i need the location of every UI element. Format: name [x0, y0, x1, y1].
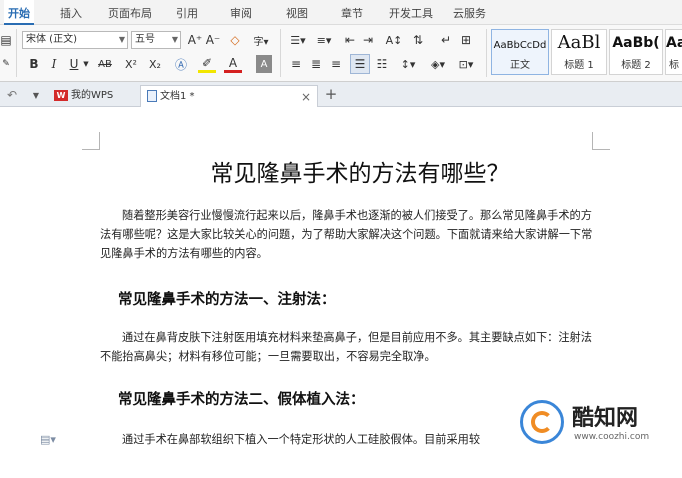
section-1-paragraph-text: 通过在鼻背皮肤下注射医用填充材料来垫高鼻子，但是目前应用不多。其主要缺点如下：注…: [100, 331, 592, 363]
page-corner-top-right: [592, 132, 610, 150]
style-heading-1-label: 标题 1: [564, 60, 594, 71]
document-page[interactable]: 常见隆鼻手术的方法有哪些？ 随着整形美容行业慢慢流行起来以后，隆鼻手术也逐渐的被…: [0, 108, 682, 478]
text-size-adjust-icon[interactable]: A↕: [382, 31, 406, 49]
shrink-font-button[interactable]: A⁻: [204, 31, 222, 49]
document-title: 常见隆鼻手术的方法有哪些？: [210, 161, 510, 187]
style-normal[interactable]: AaBbCcDd 正文: [491, 29, 549, 75]
section-2-paragraph: 通过手术在鼻部软组织下植入一个特定形状的人工硅胶假体。目前采用较: [100, 430, 520, 449]
strikethrough-button[interactable]: AB: [94, 55, 116, 73]
document-icon: [147, 90, 157, 102]
bold-button[interactable]: B: [26, 55, 42, 73]
font-color-button[interactable]: A: [224, 55, 242, 73]
watermark-logo: 酷知网 www.coozhi.com: [520, 398, 675, 458]
section-1-paragraph: 通过在鼻背皮肤下注射医用填充材料来垫高鼻子，但是目前应用不多。其主要缺点如下：注…: [100, 328, 595, 366]
tab-document-1[interactable]: 文档1 * ×: [140, 85, 318, 107]
style-heading-3[interactable]: Aa 标: [665, 29, 682, 75]
style-normal-preview: AaBbCcDd: [493, 40, 547, 51]
page-corner-top-left: [82, 132, 100, 150]
style-heading-1[interactable]: AaBl 标题 1: [551, 29, 607, 75]
justify-icon[interactable]: ☰: [350, 54, 370, 74]
clipboard-icon[interactable]: ▤: [0, 31, 12, 49]
font-size-select[interactable]: 五号 ▼: [131, 31, 181, 49]
superscript-button[interactable]: X²: [122, 55, 140, 73]
table-grid-icon[interactable]: ⊞: [458, 31, 474, 49]
menu-tab-home[interactable]: 开始: [4, 0, 34, 25]
font-size-value: 五号: [135, 34, 155, 45]
watermark-url: www.coozhi.com: [574, 432, 650, 442]
font-name-select[interactable]: 宋体 (正文) ▼: [22, 31, 128, 49]
grow-font-button[interactable]: A⁺: [186, 31, 204, 49]
section-heading-1: 常见隆鼻手术的方法一、注射法：: [118, 292, 336, 308]
style-normal-label: 正文: [510, 60, 530, 71]
italic-button[interactable]: I: [46, 55, 62, 73]
tab-my-wps-label: 我的WPS: [71, 90, 114, 101]
ribbon-toolbar: ▤ ✎ 宋体 (正文) ▼ 五号 ▼ A⁺ A⁻ ◇ 字▾ B I U ▼ AB…: [0, 25, 682, 82]
font-name-value: 宋体 (正文): [26, 34, 77, 45]
menu-tab-cloud[interactable]: 云服务: [453, 0, 486, 25]
style-heading-2[interactable]: AaBb( 标题 2: [609, 29, 663, 75]
underline-button[interactable]: U: [66, 55, 82, 73]
show-marks-icon[interactable]: ↵: [438, 31, 454, 49]
menu-tab-review[interactable]: 审阅: [230, 0, 252, 25]
style-heading-3-preview: Aa: [666, 35, 682, 51]
phonetic-guide-icon[interactable]: 字▾: [248, 31, 274, 49]
back-icon[interactable]: ↶: [4, 86, 20, 104]
chevron-down-icon: ▼: [171, 35, 178, 44]
menu-tab-references[interactable]: 引用: [176, 0, 198, 25]
borders-icon[interactable]: ⊡▾: [454, 55, 478, 73]
menu-tab-developer[interactable]: 开发工具: [389, 0, 433, 25]
bullet-list-icon[interactable]: ☰▾: [286, 31, 310, 49]
menu-tab-chapter[interactable]: 章节: [341, 0, 363, 25]
tab-document-1-label: 文档1 *: [160, 91, 195, 102]
chevron-down-icon[interactable]: ▼: [82, 55, 90, 73]
menu-tab-insert[interactable]: 插入: [60, 0, 82, 25]
highlight-icon[interactable]: ✐: [198, 55, 216, 73]
style-heading-1-preview: AaBl: [557, 32, 601, 53]
page-options-icon[interactable]: ▤▾: [38, 430, 58, 448]
watermark-circle-icon: [520, 400, 564, 444]
format-painter-icon[interactable]: ✎: [0, 55, 12, 73]
chevron-down-icon[interactable]: ▼: [30, 86, 42, 104]
align-right-icon[interactable]: ≡: [328, 55, 344, 73]
intro-paragraph: 随着整形美容行业慢慢流行起来以后，隆鼻手术也逐渐的被人们接受了。那么常见隆鼻手术…: [100, 206, 595, 263]
style-heading-2-label: 标题 2: [621, 60, 651, 71]
text-effect-icon[interactable]: Ⓐ: [172, 55, 190, 73]
menu-bar: 开始 插入 页面布局 引用 审阅 视图 章节 开发工具 云服务: [0, 0, 682, 25]
clear-format-icon[interactable]: ◇: [226, 31, 244, 49]
chevron-down-icon: ▼: [118, 35, 125, 44]
wps-logo-icon: W: [54, 89, 68, 101]
shading-bucket-icon[interactable]: ◈▾: [426, 55, 450, 73]
align-left-icon[interactable]: ≡: [288, 55, 304, 73]
section-heading-2: 常见隆鼻手术的方法二、假体植入法：: [118, 392, 365, 408]
increase-indent-icon[interactable]: ⇥: [360, 31, 376, 49]
close-tab-icon[interactable]: ×: [301, 86, 311, 108]
align-center-icon[interactable]: ≣: [308, 55, 324, 73]
style-heading-2-preview: AaBb(: [612, 35, 660, 51]
menu-tab-page-layout[interactable]: 页面布局: [108, 0, 152, 25]
menu-tab-view[interactable]: 视图: [286, 0, 308, 25]
sort-icon[interactable]: ⇅: [410, 31, 426, 49]
distribute-icon[interactable]: ☷: [374, 55, 390, 73]
numbered-list-icon[interactable]: ≡▾: [312, 31, 336, 49]
document-tab-bar: ↶ ▼ W 我的WPS 文档1 * × +: [0, 82, 682, 107]
new-tab-button[interactable]: +: [322, 85, 340, 103]
style-heading-3-label: 标: [669, 60, 679, 71]
section-2-paragraph-text: 通过手术在鼻部软组织下植入一个特定形状的人工硅胶假体。目前采用较: [122, 433, 481, 446]
watermark-name: 酷知网: [572, 406, 639, 431]
decrease-indent-icon[interactable]: ⇤: [342, 31, 358, 49]
subscript-button[interactable]: X₂: [146, 55, 164, 73]
intro-paragraph-text: 随着整形美容行业慢慢流行起来以后，隆鼻手术也逐渐的被人们接受了。那么常见隆鼻手术…: [100, 209, 593, 260]
line-spacing-icon[interactable]: ↕▾: [396, 55, 420, 73]
char-shading-icon[interactable]: A: [256, 55, 272, 73]
watermark-c-icon: [531, 411, 553, 433]
tab-my-wps[interactable]: W 我的WPS: [50, 85, 134, 107]
